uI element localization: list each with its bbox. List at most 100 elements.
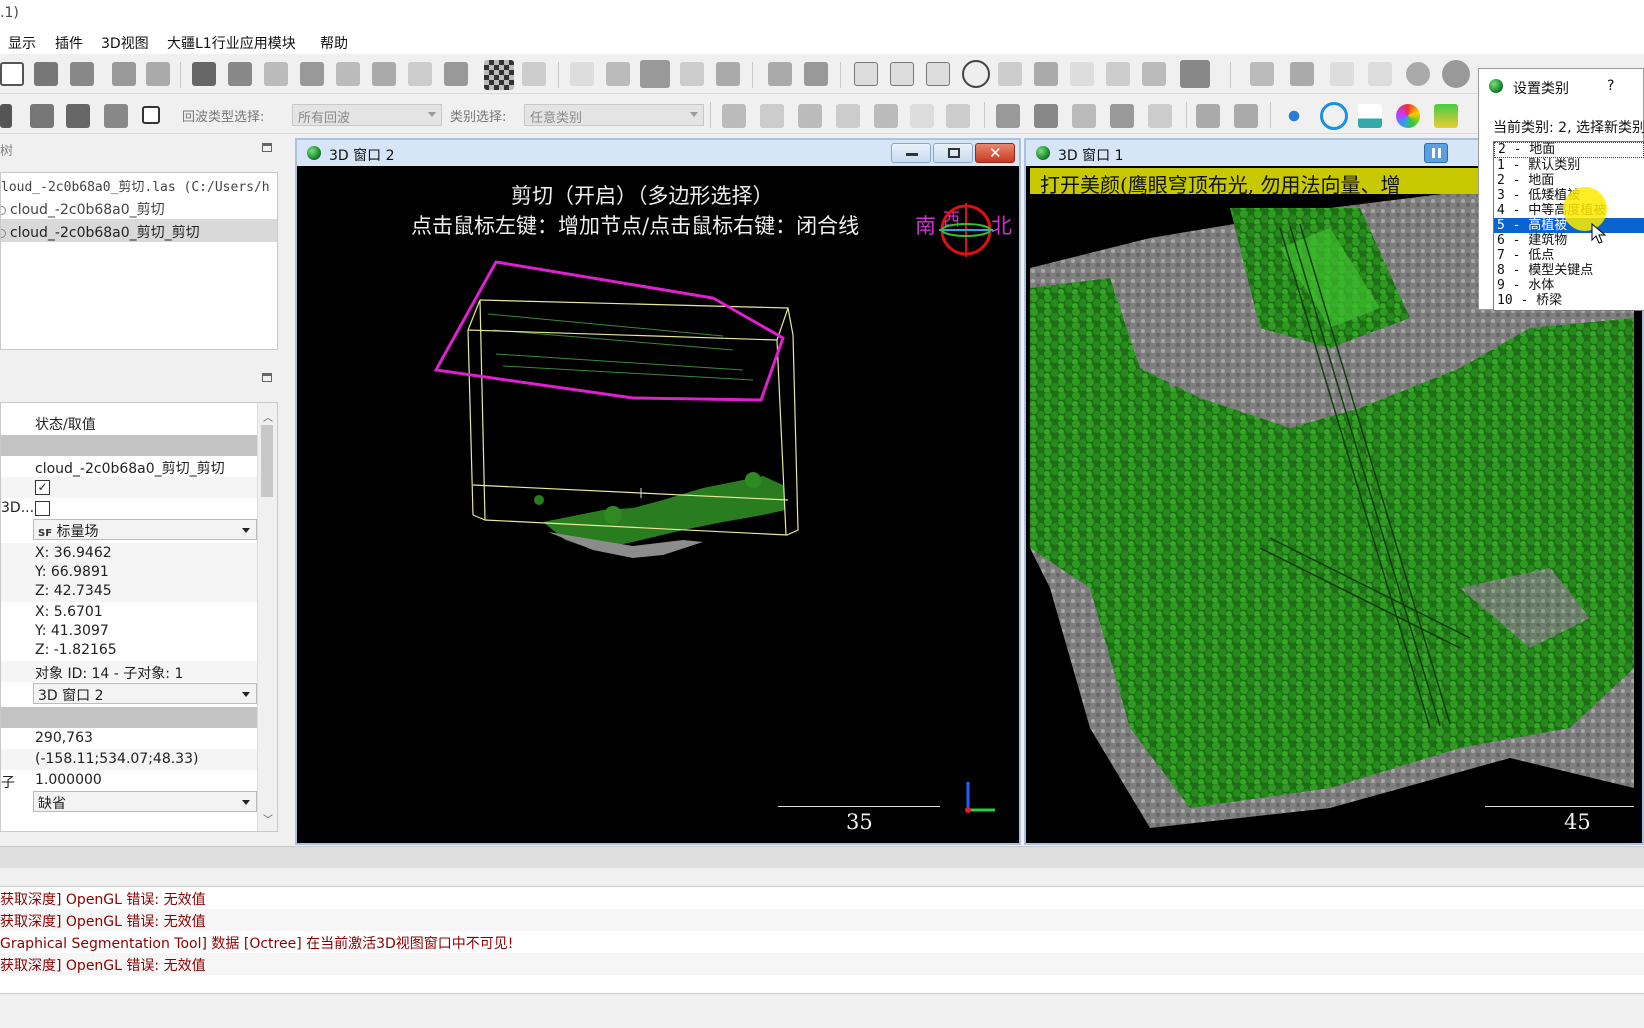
globe-icon[interactable] bbox=[962, 60, 990, 88]
tool-icon[interactable] bbox=[104, 104, 128, 128]
tool-icon[interactable] bbox=[264, 62, 288, 86]
tool-icon[interactable] bbox=[760, 104, 784, 128]
sphere-icon[interactable] bbox=[1406, 62, 1430, 86]
compass-icon[interactable] bbox=[939, 203, 993, 257]
merge-icon[interactable] bbox=[112, 62, 136, 86]
float-panel-icon[interactable] bbox=[262, 143, 272, 152]
tree-item-cloud[interactable]: cloud_-2c0b68a0_剪切 bbox=[1, 196, 277, 219]
tool-icon[interactable] bbox=[1072, 104, 1096, 128]
default-select[interactable]: 缺省 bbox=[33, 791, 257, 812]
square-icon[interactable] bbox=[142, 106, 160, 124]
splitter-strip[interactable] bbox=[0, 846, 1644, 868]
checker-icon[interactable] bbox=[484, 60, 514, 90]
subsample-icon[interactable] bbox=[70, 62, 94, 86]
tool-icon[interactable] bbox=[300, 62, 324, 86]
float-panel-icon[interactable] bbox=[262, 373, 272, 382]
tool-icon[interactable] bbox=[228, 62, 252, 86]
tool-icon[interactable] bbox=[910, 104, 934, 128]
pen-icon[interactable] bbox=[1106, 62, 1130, 86]
category-dropdown[interactable]: 2 - 地面 1 - 默认类别 2 - 地面 3 - 低矮植被 4 - 中等高度… bbox=[1493, 141, 1644, 311]
menu-plugins[interactable]: 插件 bbox=[55, 33, 83, 53]
tool-icon[interactable] bbox=[996, 104, 1020, 128]
echo-type-select[interactable]: 所有回波 bbox=[292, 104, 442, 126]
tool-icon[interactable] bbox=[0, 104, 12, 128]
tree-item-file[interactable]: loud_-2c0b68a0_剪切.las (C:/Users/h bbox=[1, 173, 277, 196]
sf-icon[interactable] bbox=[946, 104, 970, 128]
category-option[interactable]: 10 - 桥梁 bbox=[1497, 293, 1643, 308]
category-option[interactable]: 8 - 模型关键点 bbox=[1497, 263, 1643, 278]
tool-icon[interactable] bbox=[66, 104, 90, 128]
tool-icon[interactable] bbox=[1142, 62, 1166, 86]
shp-icon[interactable] bbox=[1330, 62, 1354, 86]
tool-icon[interactable] bbox=[926, 62, 950, 86]
3d-viewport[interactable]: 剪切（开启）（多边形选择） 点击鼠标左键：增加节点/点击鼠标右键：闭合线 南 西… bbox=[303, 170, 1013, 841]
tool-icon[interactable] bbox=[722, 104, 746, 128]
tool-icon[interactable] bbox=[798, 104, 822, 128]
3d-window-2[interactable]: 3D 窗口 2 ✕ 剪切（开启）（多边形选择） 点击鼠标左键：增加节点/点击鼠标… bbox=[295, 138, 1021, 845]
scrollbar-thumb[interactable] bbox=[261, 425, 273, 497]
help-button[interactable]: ? bbox=[1607, 78, 1614, 94]
kd-icon[interactable] bbox=[1250, 62, 1274, 86]
category-option[interactable]: 7 - 低点 bbox=[1497, 248, 1643, 263]
tool-icon[interactable] bbox=[854, 62, 878, 86]
tree-item-cloud-selected[interactable]: cloud_-2c0b68a0_剪切_剪切 bbox=[1, 219, 277, 242]
tool-icon[interactable] bbox=[890, 62, 914, 86]
plus-icon[interactable] bbox=[874, 104, 898, 128]
close-button[interactable]: ✕ bbox=[975, 143, 1015, 163]
mls-icon[interactable] bbox=[1234, 104, 1258, 128]
sor-icon[interactable] bbox=[522, 62, 546, 86]
menu-3dview[interactable]: 3D视图 bbox=[101, 33, 149, 53]
cc-icon[interactable] bbox=[408, 62, 432, 86]
tool-icon[interactable] bbox=[1110, 104, 1134, 128]
category-option[interactable]: 2 - 地面 bbox=[1497, 173, 1643, 188]
color-wheel-icon[interactable] bbox=[1396, 104, 1420, 128]
expand-icon[interactable] bbox=[1, 205, 6, 215]
class-select[interactable]: 任意类别 bbox=[524, 104, 704, 126]
plane-icon[interactable] bbox=[640, 60, 670, 88]
tool-icon[interactable] bbox=[336, 62, 360, 86]
globe-icon[interactable] bbox=[1442, 60, 1470, 88]
points-icon[interactable] bbox=[1282, 104, 1306, 128]
category-select-box[interactable]: 2 - 地面 bbox=[1494, 142, 1644, 158]
tool-icon[interactable] bbox=[444, 62, 468, 86]
sample-icon[interactable] bbox=[34, 62, 58, 86]
menu-dji-l1[interactable]: 大疆L1行业应用模块 bbox=[167, 33, 296, 53]
scalar-field-select[interactable]: SF 标量场 bbox=[33, 519, 257, 540]
refresh-icon[interactable] bbox=[1320, 102, 1348, 130]
tool-icon[interactable] bbox=[192, 62, 216, 86]
tree-icon[interactable] bbox=[1434, 104, 1458, 128]
translate-icon[interactable] bbox=[606, 62, 630, 86]
tool-icon[interactable] bbox=[1070, 62, 1094, 86]
tool-icon[interactable] bbox=[30, 104, 54, 128]
minimize-button[interactable] bbox=[891, 143, 931, 163]
properties-scrollbar[interactable]: ︿ ﹀ bbox=[257, 403, 277, 831]
category-option[interactable]: 9 - 水体 bbox=[1497, 278, 1643, 293]
nc-icon[interactable] bbox=[1196, 104, 1220, 128]
edit-icon[interactable] bbox=[716, 62, 740, 86]
scroll-up-icon[interactable]: ︿ bbox=[263, 409, 273, 424]
csv-icon[interactable] bbox=[1368, 62, 1392, 86]
3d-checkbox[interactable] bbox=[35, 501, 50, 516]
tool-icon[interactable] bbox=[570, 62, 594, 86]
menu-help[interactable]: 帮助 bbox=[320, 33, 348, 53]
tool-icon[interactable] bbox=[680, 62, 704, 86]
fm-icon[interactable] bbox=[1290, 62, 1314, 86]
tool-icon[interactable] bbox=[768, 62, 792, 86]
tool-icon[interactable] bbox=[372, 62, 396, 86]
expand-icon[interactable] bbox=[1, 228, 6, 238]
tool-icon[interactable] bbox=[1034, 104, 1058, 128]
maximize-button[interactable] bbox=[933, 143, 973, 163]
tool-icon[interactable] bbox=[804, 62, 828, 86]
category-option[interactable]: 1 - 默认类别 bbox=[1497, 158, 1643, 173]
tool-icon[interactable] bbox=[836, 104, 860, 128]
scroll-down-icon[interactable]: ﹀ bbox=[263, 811, 273, 826]
grid-icon[interactable] bbox=[1180, 60, 1210, 88]
visible-checkbox[interactable]: ✓ bbox=[35, 480, 50, 495]
menu-display[interactable]: 显示 bbox=[8, 33, 36, 53]
list-icon[interactable] bbox=[0, 62, 24, 86]
display-window-select[interactable]: 3D 窗口 2 bbox=[33, 683, 257, 704]
terrain-icon[interactable] bbox=[1358, 104, 1382, 128]
tool-icon[interactable] bbox=[1034, 62, 1058, 86]
tool-icon[interactable] bbox=[1148, 104, 1172, 128]
tool-icon[interactable] bbox=[998, 62, 1022, 86]
